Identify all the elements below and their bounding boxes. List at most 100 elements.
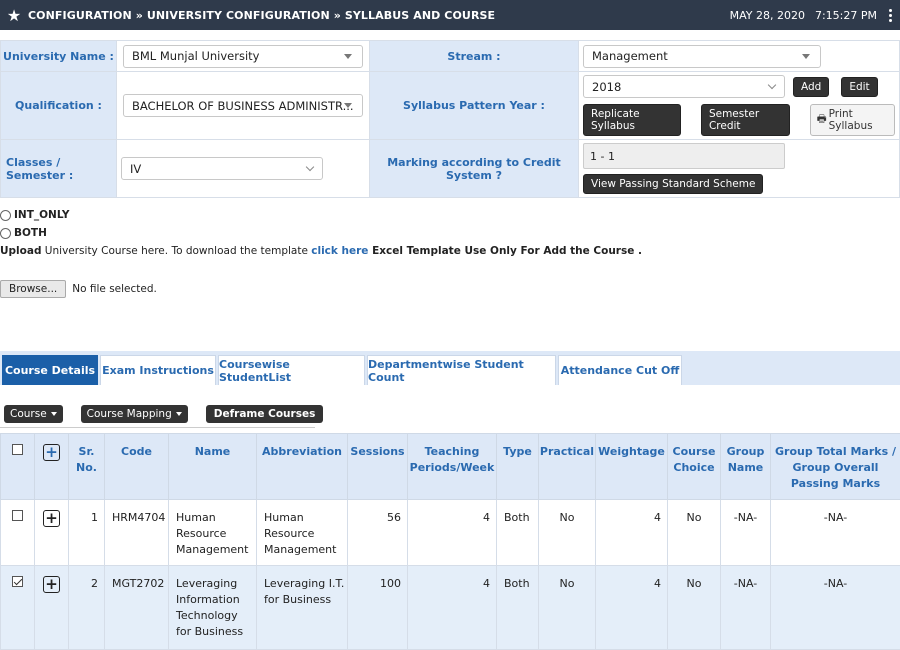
course-table: + Sr. No. Code Name Abbreviation Session… — [0, 433, 900, 650]
col-group-total: Group Total Marks / Group Overall Passin… — [771, 434, 900, 500]
both-option[interactable]: BOTH — [0, 227, 47, 239]
group-total-cell: -NA- — [771, 566, 900, 650]
university-value: BML Munjal University — [132, 49, 259, 63]
stream-select[interactable]: Management — [583, 45, 821, 68]
code-cell: MGT2702 — [105, 566, 169, 650]
semester-credit-button[interactable]: Semester Credit — [701, 104, 790, 136]
group-total-cell: -NA- — [771, 500, 900, 566]
syllabus-year-select[interactable]: 2018 — [583, 75, 785, 98]
expand-row-plus-icon[interactable]: + — [43, 576, 60, 593]
group-cell: -NA- — [721, 500, 771, 566]
no-file-label: No file selected. — [72, 283, 157, 295]
edit-button[interactable]: Edit — [841, 77, 877, 97]
print-syllabus-label: Print Syllabus — [829, 108, 888, 132]
classes-value: IV — [130, 162, 141, 176]
col-name: Name — [169, 434, 257, 500]
classes-select[interactable]: IV — [121, 157, 323, 180]
abbreviation-cell: Leveraging I.T. for Business — [257, 566, 348, 650]
course-dropdown-label: Course — [10, 408, 47, 420]
course-mapping-label: Course Mapping — [87, 408, 172, 420]
name-cell: Human Resource Management — [169, 500, 257, 566]
replicate-syllabus-button[interactable]: Replicate Syllabus — [583, 104, 681, 136]
kebab-menu-icon[interactable] — [887, 9, 894, 22]
int-only-option[interactable]: INT_ONLY — [0, 209, 69, 221]
header-date: MAY 28, 2020 — [730, 9, 805, 22]
course-dropdown-button[interactable]: Course — [4, 405, 63, 423]
stream-label: Stream : — [370, 41, 579, 72]
type-cell: Both — [497, 500, 539, 566]
col-practical: Practical — [539, 434, 596, 500]
file-upload: Browse... No file selected. — [0, 280, 157, 298]
select-all-cell — [1, 434, 35, 500]
browse-button[interactable]: Browse... — [0, 280, 66, 298]
star-icon[interactable]: ★ — [0, 6, 28, 25]
teaching-cell: 4 — [408, 500, 497, 566]
expand-row-plus-icon[interactable]: + — [43, 510, 60, 527]
classes-label: Classes / Semester : — [1, 140, 117, 198]
sr-cell: 1 — [69, 500, 105, 566]
upload-text: University Course here. To download the … — [41, 245, 311, 257]
table-row[interactable]: + 2 MGT2702 Leveraging Information Techn… — [1, 566, 900, 650]
stream-value: Management — [592, 49, 668, 63]
syllabus-form: University Name : BML Munjal University … — [0, 40, 900, 198]
qualification-value: BACHELOR OF BUSINESS ADMINISTR... — [132, 99, 354, 113]
upload-prefix: Upload — [0, 245, 41, 257]
col-group-name: Group Name — [721, 434, 771, 500]
select-all-checkbox[interactable] — [12, 444, 23, 455]
syllabus-year-label: Syllabus Pattern Year : — [370, 72, 579, 140]
marking-field: 1 - 1 — [583, 143, 785, 169]
deframe-courses-button[interactable]: Deframe Courses — [206, 405, 324, 423]
course-toolbar: Course Course Mapping Deframe Courses — [4, 405, 323, 423]
practical-cell: No — [539, 500, 596, 566]
both-label: BOTH — [14, 227, 47, 239]
caret-down-icon — [51, 412, 57, 416]
col-sessions: Sessions — [348, 434, 408, 500]
int-only-label: INT_ONLY — [14, 209, 69, 221]
view-passing-scheme-button[interactable]: View Passing Standard Scheme — [583, 174, 763, 194]
col-course-choice: Course Choice — [668, 434, 721, 500]
abbreviation-cell: Human Resource Management — [257, 500, 348, 566]
breadcrumb: CONFIGURATION » UNIVERSITY CONFIGURATION… — [28, 9, 495, 22]
col-abbreviation: Abbreviation — [257, 434, 348, 500]
qualification-select[interactable]: BACHELOR OF BUSINESS ADMINISTR... — [123, 94, 363, 117]
printer-icon: 🖶 — [817, 111, 827, 129]
tab-coursewise-studentlist[interactable]: Coursewise StudentList — [218, 355, 365, 385]
syllabus-year-value: 2018 — [592, 80, 621, 94]
name-cell: Leveraging Information Technology for Bu… — [169, 566, 257, 650]
weightage-cell: 4 — [596, 566, 668, 650]
dropdown-arrow-icon — [344, 54, 352, 59]
tab-departmentwise-student-count[interactable]: Departmentwise Student Count — [367, 355, 556, 385]
tab-exam-instructions[interactable]: Exam Instructions — [100, 355, 216, 385]
code-cell: HRM4704 — [105, 500, 169, 566]
tab-course-details[interactable]: Course Details — [2, 355, 98, 385]
expand-all-cell: + — [35, 434, 69, 500]
tab-attendance-cut-off[interactable]: Attendance Cut Off — [558, 355, 682, 385]
sessions-cell: 56 — [348, 500, 408, 566]
both-radio[interactable] — [0, 228, 11, 239]
table-row[interactable]: + 1 HRM4704 Human Resource Management Hu… — [1, 500, 900, 566]
print-syllabus-button[interactable]: 🖶 Print Syllabus — [810, 104, 895, 136]
dropdown-arrow-icon — [344, 103, 352, 108]
row-checkbox[interactable] — [12, 510, 23, 521]
tab-bar: Course Details Exam Instructions Coursew… — [0, 351, 900, 385]
university-select[interactable]: BML Munjal University — [123, 45, 363, 68]
int-only-radio[interactable] — [0, 210, 11, 221]
teaching-cell: 4 — [408, 566, 497, 650]
col-teaching-periods: Teaching Periods/Week — [408, 434, 497, 500]
sr-cell: 2 — [69, 566, 105, 650]
choice-cell: No — [668, 500, 721, 566]
expand-all-plus-icon[interactable]: + — [43, 444, 60, 461]
upload-suffix: Excel Template Use Only For Add the Cour… — [368, 245, 642, 257]
type-cell: Both — [497, 566, 539, 650]
chevron-down-icon — [768, 81, 776, 89]
weightage-cell: 4 — [596, 500, 668, 566]
dropdown-arrow-icon — [802, 54, 810, 59]
row-checkbox-checked[interactable] — [12, 576, 23, 587]
course-mapping-dropdown-button[interactable]: Course Mapping — [81, 405, 188, 423]
top-bar: ★ CONFIGURATION » UNIVERSITY CONFIGURATI… — [0, 0, 900, 30]
qualification-label: Qualification : — [1, 72, 117, 140]
add-button[interactable]: Add — [793, 77, 829, 97]
group-cell: -NA- — [721, 566, 771, 650]
practical-cell: No — [539, 566, 596, 650]
template-download-link[interactable]: click here — [311, 245, 368, 257]
